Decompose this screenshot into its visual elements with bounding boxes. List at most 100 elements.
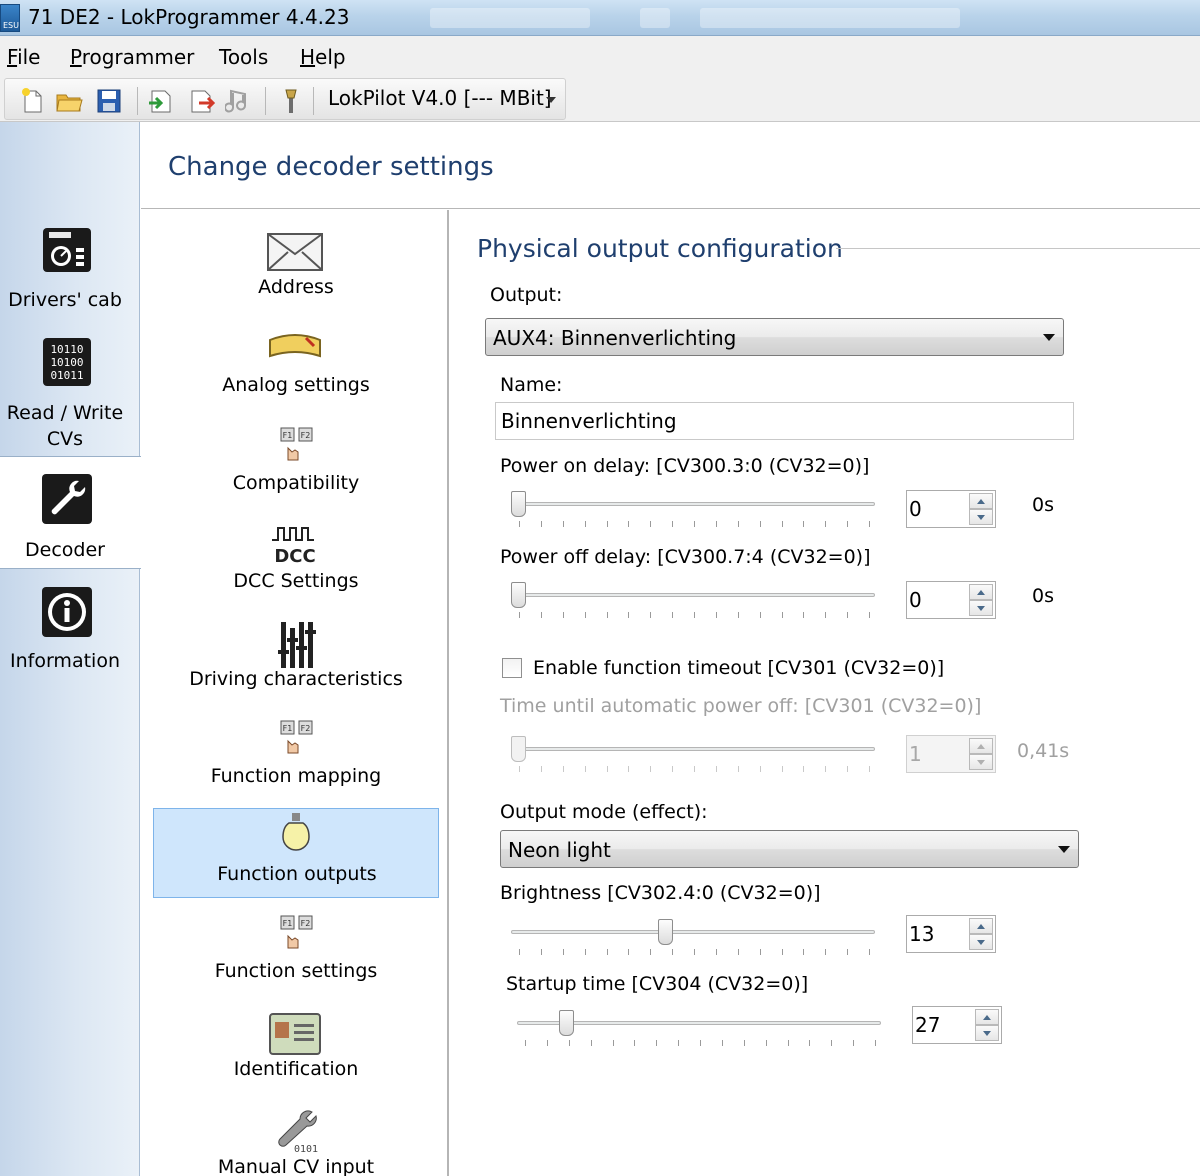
- drivers-cab-icon: [43, 228, 91, 272]
- category-label: Function mapping: [210, 765, 382, 787]
- startup-time-spinner[interactable]: 27: [912, 1006, 1002, 1044]
- slider-tick: [694, 521, 695, 527]
- tools-icon[interactable]: [277, 87, 305, 115]
- slider-tick: [759, 521, 761, 527]
- slider-tick: [546, 1040, 548, 1046]
- brightness-slider[interactable]: [511, 915, 877, 955]
- slider-thumb[interactable]: [559, 1010, 574, 1036]
- menu-file[interactable]: File: [7, 45, 40, 69]
- slider-tick: [606, 521, 608, 527]
- startup-time-label: Startup time [CV304 (CV32=0)]: [506, 973, 809, 995]
- window-title: 71 DE2 - LokProgrammer 4.4.23: [28, 5, 350, 29]
- slider-tick: [787, 1040, 789, 1046]
- slider-tick: [803, 521, 805, 527]
- spinner-value: 1: [909, 742, 922, 766]
- save-icon[interactable]: [95, 87, 123, 115]
- open-folder-icon[interactable]: [55, 87, 83, 115]
- category-analog-settings[interactable]: Analog settings: [153, 322, 439, 412]
- slider-tick: [562, 949, 564, 955]
- sound-icon[interactable]: [225, 87, 253, 115]
- slider-tick: [606, 949, 608, 955]
- timeout-checkbox[interactable]: [502, 658, 522, 678]
- background-tab-ghost: [640, 8, 670, 28]
- slider-tick: [606, 612, 608, 618]
- spinner-down-icon[interactable]: [969, 754, 993, 770]
- nav-decoder[interactable]: Decoder: [0, 456, 141, 569]
- auto-off-time: 0,41s: [1017, 740, 1070, 762]
- spinner-down-icon[interactable]: [969, 600, 993, 616]
- chevron-down-icon[interactable]: [546, 97, 556, 103]
- function-keys-icon: F1 F2: [280, 720, 313, 754]
- power-off-delay-slider[interactable]: [511, 578, 877, 618]
- power-on-delay-time: 0s: [1032, 494, 1054, 516]
- svg-text:0101: 0101: [294, 1144, 318, 1155]
- spinner-up-icon[interactable]: [969, 918, 993, 934]
- nav-label: Read / Write: [6, 402, 124, 424]
- slider-thumb[interactable]: [511, 491, 526, 517]
- nav-read-write-cvs[interactable]: 10110 10100 01011 Read / Write CVs: [0, 332, 140, 458]
- nav-information[interactable]: Information: [0, 580, 140, 680]
- background-tab-ghost: [430, 8, 590, 28]
- slider-tick: [759, 766, 761, 772]
- timeout-checkbox-label[interactable]: Enable function timeout [CV301 (CV32=0)]: [533, 657, 944, 679]
- output-select[interactable]: AUX4: Binnenverlichting: [485, 318, 1064, 356]
- slider-tick: [656, 1040, 658, 1046]
- power-on-delay-slider[interactable]: [511, 487, 877, 527]
- slider-thumb[interactable]: [511, 736, 526, 762]
- menu-help[interactable]: Help: [300, 45, 346, 69]
- category-function-mapping[interactable]: F1 F2 Function mapping: [153, 713, 439, 803]
- device-selector[interactable]: LokPilot V4.0 [--- MBit]: [328, 86, 552, 110]
- category-dcc-settings[interactable]: DCC DCC Settings: [153, 518, 439, 608]
- slider-tick: [519, 521, 520, 527]
- output-mode-select[interactable]: Neon light: [500, 830, 1079, 868]
- id-card-icon: [269, 1013, 321, 1055]
- slider-tick: [803, 766, 805, 772]
- spinner-up-icon[interactable]: [969, 584, 993, 600]
- slider-tick: [825, 766, 827, 772]
- new-file-icon[interactable]: [19, 87, 47, 115]
- spinner-up-icon[interactable]: [969, 738, 993, 754]
- category-identification[interactable]: Identification: [153, 1006, 439, 1096]
- slider-tick: [584, 949, 586, 955]
- brightness-spinner[interactable]: 13: [906, 915, 996, 953]
- output-mode-label: Output mode (effect):: [500, 801, 708, 823]
- slider-tick: [540, 612, 542, 618]
- slider-tick: [715, 521, 717, 527]
- slider-tick: [825, 949, 827, 955]
- auto-off-label: Time until automatic power off: [CV301 (…: [500, 695, 982, 717]
- spinner-down-icon[interactable]: [969, 934, 993, 950]
- spinner-up-icon[interactable]: [975, 1009, 999, 1025]
- spinner-down-icon[interactable]: [975, 1025, 999, 1041]
- slider-tick: [737, 521, 739, 527]
- category-function-outputs[interactable]: Function outputs: [153, 808, 439, 898]
- nav-drivers-cab[interactable]: Drivers' cab: [0, 218, 140, 328]
- category-label: Function settings: [214, 960, 378, 982]
- slider-tick: [628, 766, 630, 772]
- export-icon[interactable]: [187, 87, 215, 115]
- auto-off-spinner[interactable]: 1: [906, 735, 996, 773]
- slider-tick: [809, 1040, 811, 1046]
- category-compatibility[interactable]: F1 F2 Compatibility: [153, 420, 439, 510]
- auto-off-slider[interactable]: [511, 732, 877, 772]
- menu-tools[interactable]: Tools: [219, 45, 268, 69]
- category-driving-characteristics[interactable]: Driving characteristics: [153, 616, 439, 706]
- name-input[interactable]: Binnenverlichting: [495, 402, 1074, 440]
- power-off-delay-spinner[interactable]: 0: [906, 581, 996, 619]
- category-label: Address: [258, 276, 334, 298]
- spinner-up-icon[interactable]: [969, 493, 993, 509]
- import-icon[interactable]: [147, 87, 175, 115]
- menu-programmer[interactable]: Programmer: [70, 45, 194, 69]
- slider-tick: [781, 949, 783, 955]
- category-address[interactable]: Address: [153, 224, 439, 314]
- category-function-settings[interactable]: F1 F2 Function settings: [153, 908, 439, 998]
- power-on-delay-spinner[interactable]: 0: [906, 490, 996, 528]
- slider-thumb[interactable]: [511, 582, 526, 608]
- name-label: Name:: [500, 374, 563, 396]
- startup-time-slider[interactable]: [517, 1006, 883, 1046]
- slider-tick: [540, 949, 542, 955]
- spinner-down-icon[interactable]: [969, 509, 993, 525]
- wrench-icon: [42, 474, 92, 524]
- slider-thumb[interactable]: [658, 919, 673, 945]
- category-manual-cv-input[interactable]: 0101 Manual CV input: [153, 1104, 439, 1176]
- slider-tick: [875, 1040, 876, 1046]
